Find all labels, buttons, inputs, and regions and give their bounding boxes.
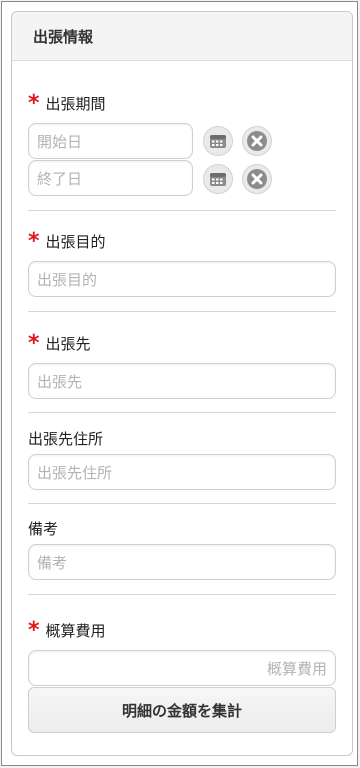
estimate-placeholder: 概算費用 [266,659,327,678]
divider [28,311,336,312]
calendar-icon [210,173,226,186]
start-date-field[interactable]: 開始日 [28,123,193,159]
sum-details-button[interactable]: 明細の金額を集計 [28,687,336,733]
calendar-icon [210,135,226,148]
divider [28,594,336,595]
divider [28,503,336,504]
start-clear-button[interactable] [242,126,272,156]
period-label-row: * 出張期間 [28,91,336,116]
remarks-placeholder: 備考 [37,553,68,572]
required-mark: * [28,91,40,116]
required-mark: * [28,618,40,643]
remarks-input[interactable]: 備考 [28,544,336,580]
destination-label: 出張先 [45,334,91,353]
purpose-label: 出張目的 [45,232,106,251]
destination-input[interactable]: 出張先 [28,363,336,399]
end-date-field[interactable]: 終了日 [28,160,193,196]
destination-placeholder: 出張先 [37,372,83,391]
end-calendar-button[interactable] [203,164,233,194]
required-mark: * [28,331,40,356]
destination-label-row: * 出張先 [28,331,336,356]
end-clear-button[interactable] [242,164,272,194]
divider [28,210,336,211]
clear-icon [247,169,267,189]
estimate-label: 概算費用 [45,621,106,640]
purpose-placeholder: 出張目的 [37,270,98,289]
end-date-placeholder: 終了日 [37,169,83,188]
remarks-label-row: 備考 [28,517,336,539]
start-date-placeholder: 開始日 [37,132,83,151]
panel-title: 出張情報 [12,12,352,61]
address-label-row: 出張先住所 [28,427,336,449]
start-calendar-button[interactable] [203,126,233,156]
required-mark: * [28,229,40,254]
trip-info-panel: 出張情報 * 出張期間 開始日 終了日 * 出張目的 出張目的 * 出張先 出張… [11,11,353,756]
estimate-input[interactable]: 概算費用 [28,650,336,686]
clear-icon [247,131,267,151]
divider [28,412,336,413]
address-input[interactable]: 出張先住所 [28,454,336,490]
app-frame: 出張情報 * 出張期間 開始日 終了日 * 出張目的 出張目的 * 出張先 出張… [1,1,358,766]
address-label: 出張先住所 [28,429,104,448]
address-placeholder: 出張先住所 [37,463,113,482]
period-label: 出張期間 [45,94,106,113]
purpose-label-row: * 出張目的 [28,229,336,254]
remarks-label: 備考 [28,519,59,538]
estimate-label-row: * 概算費用 [28,618,336,643]
purpose-input[interactable]: 出張目的 [28,261,336,297]
